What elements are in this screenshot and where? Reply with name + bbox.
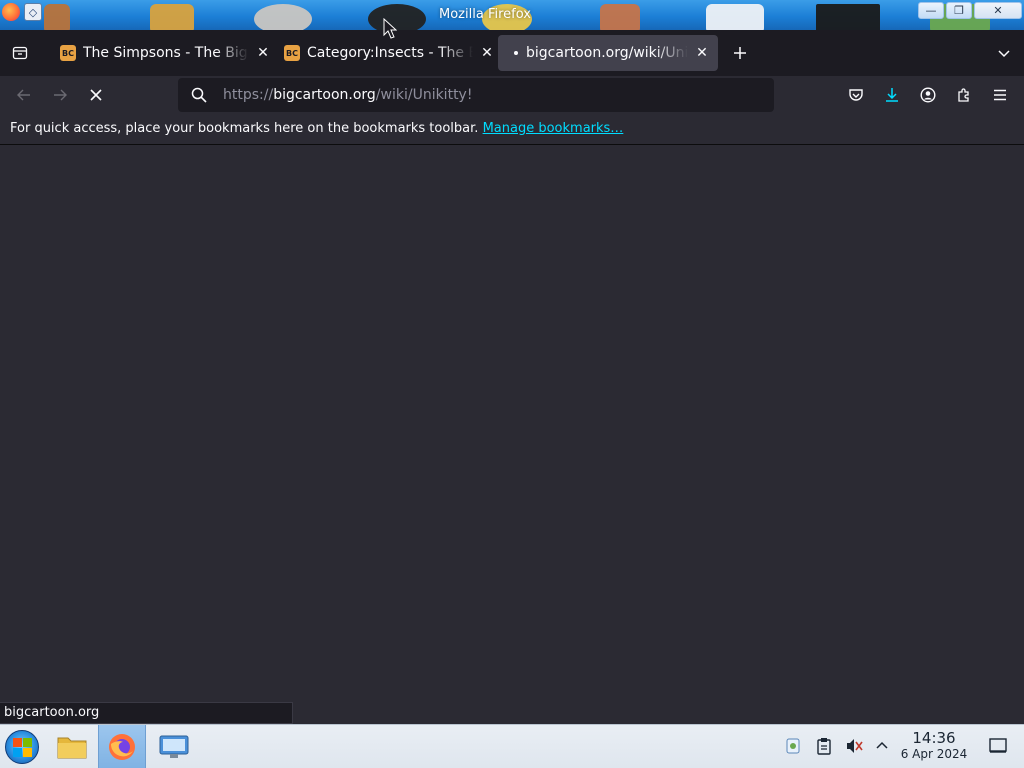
bigcartoon-favicon-icon: BC [284,45,300,61]
url-text[interactable]: https://bigcartoon.org/wiki/Unikitty! [223,87,472,103]
manage-bookmarks-link[interactable]: Manage bookmarks… [483,121,624,136]
tab-strip: BC The Simpsons - The Big Cartoon Wiki ✕… [0,30,1024,76]
volume-muted-icon [847,739,863,753]
window-titlebar: ◇ Mozilla Firefox — ❐ ✕ [0,0,1024,30]
bookmarks-empty-message: For quick access, place your bookmarks h… [10,121,623,136]
back-icon [17,89,30,101]
maximize-button[interactable]: ❐ [946,2,972,19]
url-scheme: https:// [223,87,274,103]
system-settings-task[interactable] [150,725,198,768]
search-icon [191,87,207,103]
tab-label: The Simpsons - The Big Cartoon Wiki [83,45,249,61]
show-desktop-icon [989,738,1007,753]
updater-tray[interactable] [782,735,804,757]
navigation-toolbar: https://bigcartoon.org/wiki/Unikitty! [0,76,1024,114]
forward-button[interactable] [48,83,72,107]
url-path: /wiki/Unikitty! [375,87,473,103]
tab-close-icon[interactable]: ✕ [694,45,710,61]
tab-label: Category:Insects - The Big Cartoon Wiki [307,45,473,61]
account-icon [920,87,936,103]
clipboard-tray[interactable] [813,735,835,757]
clipboard-icon [817,738,831,755]
menu-icon [994,89,1006,101]
url-bar[interactable]: https://bigcartoon.org/wiki/Unikitty! [178,78,774,112]
list-all-tabs-button[interactable] [992,41,1016,65]
plus-icon [734,47,746,59]
window-title: Mozilla Firefox [439,7,531,22]
back-button[interactable] [12,83,36,107]
close-button[interactable]: ✕ [974,2,1022,19]
pocket-button[interactable] [844,83,868,107]
taskbar: 14:36 6 Apr 2024 [0,724,1024,768]
account-button[interactable] [916,83,940,107]
clock-time: 14:36 [912,729,956,747]
download-icon [886,88,898,102]
start-menu-icon[interactable] [5,730,39,764]
bookmarks-toolbar: For quick access, place your bookmarks h… [0,114,1024,145]
pocket-icon [849,89,863,101]
status-panel: bigcartoon.org [0,702,293,724]
forward-icon [54,89,67,101]
new-tab-button[interactable] [728,41,752,65]
bigcartoon-favicon-icon: BC [60,45,76,61]
volume-tray[interactable] [843,735,865,757]
tray-expand-button[interactable] [871,735,893,757]
app-menu-button[interactable] [988,83,1012,107]
downloads-button[interactable] [880,83,904,107]
firefox-view-icon [12,46,28,60]
firefox-icon [109,734,135,760]
system-settings-icon [159,735,189,758]
url-host: bigcartoon.org [273,87,376,103]
clock-date: 6 Apr 2024 [900,747,968,761]
tab-simpsons[interactable]: BC The Simpsons - The Big Cartoon Wiki ✕ [50,35,279,71]
page-content[interactable] [0,145,1024,724]
stop-icon [90,89,102,101]
tab-close-icon[interactable]: ✕ [479,45,495,61]
minimize-button[interactable]: — [918,2,944,19]
extensions-icon [958,88,969,102]
tab-label: bigcartoon.org/wiki/Unikitty! [526,45,688,61]
window-controls: — ❐ ✕ [918,2,1022,19]
file-manager-icon [57,737,87,759]
chevron-up-icon [876,741,888,749]
tab-category-insects[interactable]: BC Category:Insects - The Big Cartoon Wi… [274,35,503,71]
taskbar-clock[interactable]: 14:36 6 Apr 2024 [896,730,972,762]
firefox-view-button[interactable] [8,41,32,65]
loading-indicator-icon [514,51,518,55]
file-manager-task[interactable] [48,725,96,768]
mouse-cursor-icon [383,18,397,39]
tab-close-icon[interactable]: ✕ [255,45,271,61]
extensions-button[interactable] [952,83,976,107]
bookmarks-hint-text: For quick access, place your bookmarks h… [10,121,479,136]
tab-unikitty[interactable]: bigcartoon.org/wiki/Unikitty! ✕ [498,35,718,71]
chevron-down-icon [998,50,1010,58]
show-desktop-button[interactable] [987,735,1009,757]
firefox-task[interactable] [98,725,146,768]
stop-button[interactable] [84,83,108,107]
updater-icon [786,738,800,754]
